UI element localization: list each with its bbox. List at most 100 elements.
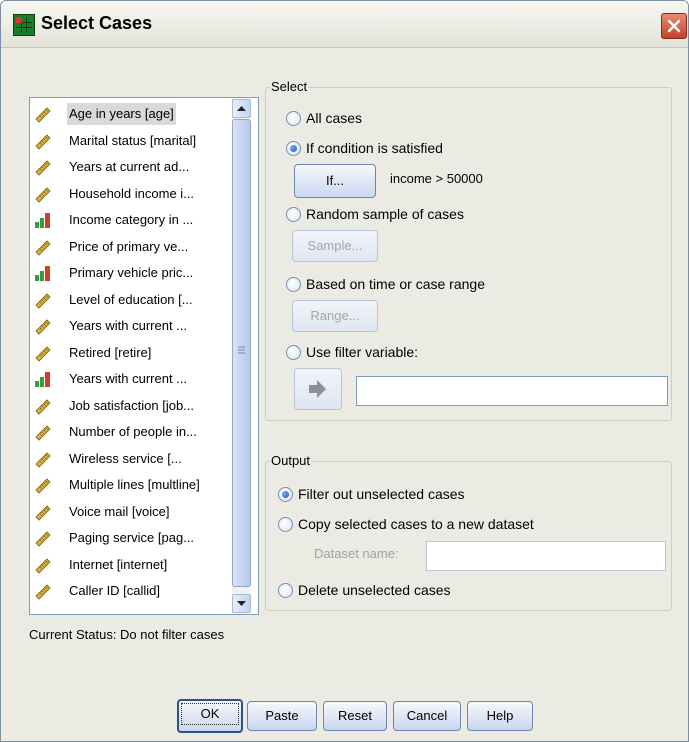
random-sample-label: Random sample of cases bbox=[306, 206, 464, 222]
variable-list-item[interactable]: Income category in ... bbox=[30, 209, 228, 231]
variable-list-item[interactable]: Years with current ... bbox=[30, 315, 228, 337]
variable-label: Number of people in... bbox=[69, 424, 197, 439]
scale-ruler-icon bbox=[34, 158, 52, 176]
variable-label: Price of primary ve... bbox=[69, 238, 189, 254]
variable-label: Level of education [... bbox=[69, 291, 193, 307]
variable-label: Years at current ad... bbox=[69, 159, 190, 174]
variable-list-item[interactable]: Household income i... bbox=[30, 183, 228, 205]
variable-label: Caller ID [callid] bbox=[69, 583, 161, 598]
scale-ruler-icon bbox=[34, 344, 52, 362]
scale-ruler-icon bbox=[34, 397, 52, 415]
copy-cases-radio[interactable] bbox=[278, 517, 293, 532]
scale-ruler-icon bbox=[34, 476, 52, 494]
scale-ruler-icon bbox=[34, 582, 52, 600]
if-condition-radio[interactable] bbox=[286, 141, 301, 156]
scale-ruler-icon bbox=[34, 105, 52, 123]
close-button[interactable] bbox=[661, 13, 687, 39]
variable-label: Job satisfaction [job... bbox=[69, 397, 195, 413]
variable-label: Years with current ... bbox=[69, 318, 188, 333]
variable-list-scrollbar[interactable] bbox=[232, 99, 251, 613]
ok-button[interactable]: OK bbox=[177, 699, 243, 733]
time-range-radio[interactable] bbox=[286, 277, 301, 292]
all-cases-radio[interactable] bbox=[286, 111, 301, 126]
output-legend: Output bbox=[270, 453, 312, 468]
scroll-thumb[interactable] bbox=[232, 119, 251, 587]
grip-icon bbox=[238, 346, 245, 354]
variable-list-item[interactable]: Voice mail [voice] bbox=[30, 501, 228, 523]
scale-ruler-icon bbox=[34, 529, 52, 547]
variable-list-item[interactable]: Years with current ... bbox=[30, 368, 228, 390]
spss-dataset-icon bbox=[13, 14, 35, 36]
scale-ruler-icon bbox=[34, 503, 52, 521]
variable-list-item[interactable]: Internet [internet] bbox=[30, 554, 228, 576]
ordinal-bars-icon bbox=[34, 370, 52, 388]
variable-label: Primary vehicle pric... bbox=[69, 265, 194, 280]
scroll-down-button[interactable] bbox=[232, 594, 251, 613]
delete-cases-radio[interactable] bbox=[278, 583, 293, 598]
arrow-up-icon bbox=[237, 106, 246, 111]
filter-out-radio[interactable] bbox=[278, 487, 293, 502]
variable-label: Paging service [pag... bbox=[69, 530, 195, 545]
paste-button[interactable]: Paste bbox=[247, 701, 317, 731]
variable-list-item[interactable]: Multiple lines [multline] bbox=[30, 474, 228, 496]
scale-ruler-icon bbox=[34, 556, 52, 574]
dialog-title: Select Cases bbox=[41, 13, 153, 33]
select-cases-dialog: Select Cases Age in years [age] Marital s… bbox=[0, 0, 689, 742]
arrow-right-icon bbox=[309, 380, 326, 398]
variable-label: Retired [retire] bbox=[69, 344, 152, 360]
ordinal-bars-icon bbox=[34, 264, 52, 282]
select-legend: Select bbox=[270, 79, 309, 94]
filter-variable-radio[interactable] bbox=[286, 345, 301, 360]
if-button[interactable]: If... bbox=[294, 164, 376, 198]
reset-button[interactable]: Reset bbox=[323, 701, 387, 731]
condition-text: income > 50000 bbox=[390, 171, 483, 186]
ok-label: OK bbox=[181, 703, 239, 725]
scale-ruler-icon bbox=[34, 317, 52, 335]
move-variable-button[interactable] bbox=[294, 368, 342, 410]
dataset-name-field[interactable] bbox=[426, 541, 666, 571]
arrow-down-icon bbox=[237, 601, 246, 606]
filter-variable-label: Use filter variable: bbox=[306, 344, 419, 360]
variable-list-item[interactable]: Retired [retire] bbox=[30, 342, 228, 364]
variable-list-item[interactable]: Job satisfaction [job... bbox=[30, 395, 228, 417]
if-condition-label: If condition is satisfied bbox=[306, 140, 443, 156]
variable-list-item[interactable]: Age in years [age] bbox=[30, 103, 228, 125]
scale-ruler-icon bbox=[34, 291, 52, 309]
range-button[interactable]: Range... bbox=[292, 300, 378, 332]
close-icon bbox=[667, 19, 681, 33]
variable-list[interactable]: Age in years [age] Marital status [marita… bbox=[29, 97, 259, 615]
scale-ruler-icon bbox=[34, 132, 52, 150]
filter-variable-field[interactable] bbox=[356, 376, 668, 406]
ordinal-bars-icon bbox=[34, 211, 52, 229]
dataset-name-label: Dataset name: bbox=[314, 546, 399, 561]
filter-out-label: Filter out unselected cases bbox=[298, 486, 465, 502]
variable-list-item[interactable]: Number of people in... bbox=[30, 421, 228, 443]
scale-ruler-icon bbox=[34, 185, 52, 203]
time-range-label: Based on time or case range bbox=[306, 276, 485, 292]
variable-label: Years with current ... bbox=[69, 371, 188, 386]
sample-button[interactable]: Sample... bbox=[292, 230, 378, 262]
variable-label: Age in years [age] bbox=[67, 103, 176, 125]
random-sample-radio[interactable] bbox=[286, 207, 301, 222]
current-status: Current Status: Do not filter cases bbox=[29, 627, 225, 642]
variable-label: Marital status [marital] bbox=[69, 132, 197, 148]
scale-ruler-icon bbox=[34, 423, 52, 441]
variable-list-item[interactable]: Paging service [pag... bbox=[30, 527, 228, 549]
select-group: Select All cases If condition is satisfi… bbox=[265, 79, 672, 421]
all-cases-label: All cases bbox=[306, 110, 363, 126]
variable-list-item[interactable]: Caller ID [callid] bbox=[30, 580, 228, 602]
variable-list-item[interactable]: Primary vehicle pric... bbox=[30, 262, 228, 284]
variable-list-item[interactable]: Price of primary ve... bbox=[30, 236, 228, 258]
scale-ruler-icon bbox=[34, 238, 52, 256]
help-button[interactable]: Help bbox=[467, 701, 533, 731]
title-bar: Select Cases bbox=[1, 1, 688, 48]
variable-list-item[interactable]: Marital status [marital] bbox=[30, 130, 228, 152]
variable-list-item[interactable]: Wireless service [... bbox=[30, 448, 228, 470]
copy-cases-label: Copy selected cases to a new dataset bbox=[298, 516, 534, 532]
variable-list-item[interactable]: Level of education [... bbox=[30, 289, 228, 311]
variable-label: Income category in ... bbox=[69, 212, 194, 227]
variable-label: Multiple lines [multline] bbox=[69, 477, 200, 492]
cancel-button[interactable]: Cancel bbox=[393, 701, 461, 731]
scroll-up-button[interactable] bbox=[232, 99, 251, 118]
variable-list-item[interactable]: Years at current ad... bbox=[30, 156, 228, 178]
